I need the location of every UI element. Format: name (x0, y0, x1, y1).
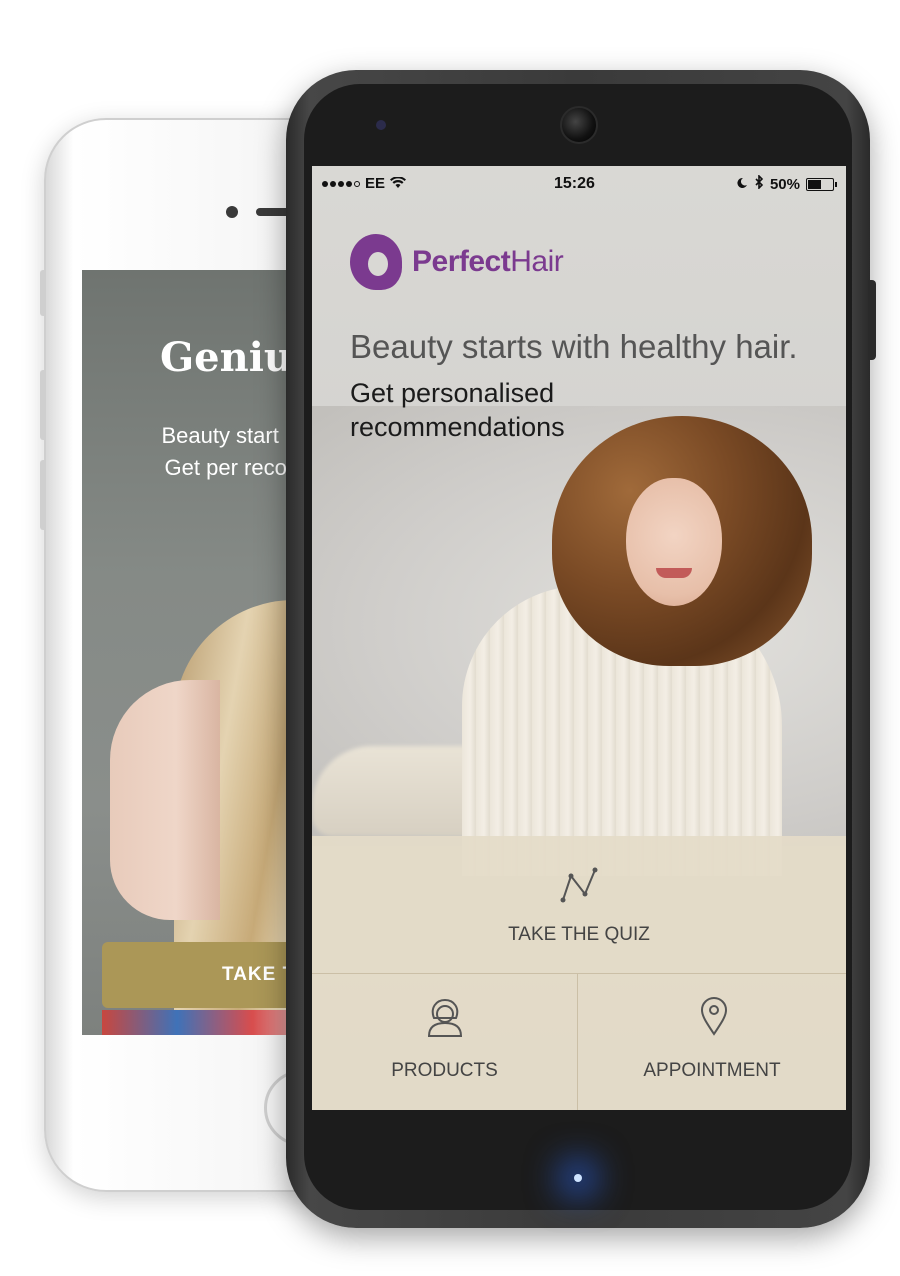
logo-icon (350, 234, 402, 290)
products-label: PRODUCTS (391, 1060, 498, 1081)
signal-icon (322, 180, 360, 187)
location-pin-icon (700, 996, 728, 1040)
hero-image-face (110, 680, 220, 920)
brand-logo: PerfectHair (350, 234, 564, 290)
status-bar: EE 15:26 50% (312, 166, 846, 202)
front-camera (226, 206, 238, 218)
hero-headline: Beauty starts with healthy hair. (350, 328, 798, 365)
take-quiz-label: TAKE THE QUIZ (508, 924, 650, 945)
wifi-icon (390, 175, 407, 192)
appointment-label: APPOINTMENT (643, 1060, 781, 1081)
battery-level (808, 179, 821, 189)
bluetooth-icon (754, 174, 764, 193)
action-panel: TAKE THE QUIZ PRODUCTS APPOINTMENT (312, 836, 846, 1110)
app-screen: EE 15:26 50% PerfectHair Beauty starts w… (312, 166, 846, 1110)
mute-switch (40, 270, 46, 316)
hero-image-face (626, 478, 722, 606)
take-quiz-button[interactable]: TAKE THE QUIZ (312, 836, 846, 974)
volume-up-button (40, 370, 46, 440)
person-icon (426, 998, 464, 1042)
front-camera (560, 106, 598, 144)
products-button[interactable]: PRODUCTS (312, 974, 578, 1110)
brand-name-bold: Perfect (412, 245, 511, 278)
hero-subheadline: Get personalised recommendations (350, 378, 565, 442)
battery-percent: 50% (769, 175, 800, 193)
back-headline: Geniu (160, 334, 293, 381)
proximity-sensor (376, 120, 386, 130)
navigation-indicator-icon[interactable] (574, 1174, 582, 1182)
status-time: 15:26 (554, 175, 595, 192)
brand-name-light: Hair (510, 245, 564, 278)
hero-image-smile (656, 568, 692, 578)
power-button (868, 280, 876, 360)
battery-icon (806, 177, 837, 191)
volume-down-button (40, 460, 46, 530)
carrier-name: EE (365, 175, 386, 192)
quiz-icon (559, 866, 599, 910)
moon-icon (736, 176, 748, 193)
appointment-button[interactable]: APPOINTMENT (578, 974, 846, 1110)
brand-name: PerfectHair (412, 245, 564, 279)
